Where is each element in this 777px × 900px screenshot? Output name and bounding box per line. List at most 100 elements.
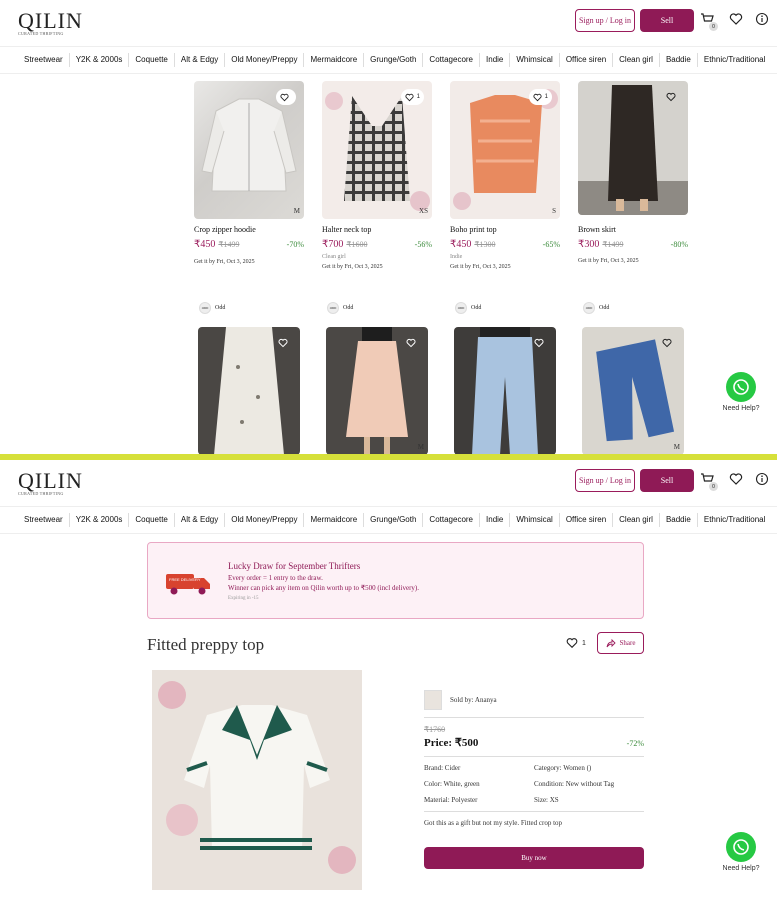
nav-item-streetwear[interactable]: Streetwear xyxy=(18,513,70,527)
cart-count-badge: 0 xyxy=(709,482,718,491)
like-button[interactable] xyxy=(658,335,676,351)
product-image[interactable]: M xyxy=(326,327,428,455)
product-image[interactable]: 1 S xyxy=(450,81,560,219)
buy-now-button[interactable]: Buy now xyxy=(424,847,644,869)
qilin-logo[interactable]: QILIN CURATED THRIFTING xyxy=(18,10,83,37)
nav-item-old-money-preppy[interactable]: Old Money/Preppy xyxy=(225,513,305,527)
wishlist-heart-icon[interactable] xyxy=(729,472,745,488)
need-help-label: Need Help? xyxy=(722,865,760,872)
style-tag[interactable]: Clean girl xyxy=(322,254,437,260)
whatsapp-icon[interactable] xyxy=(726,832,756,862)
product-image[interactable]: 1 XS xyxy=(322,81,432,219)
nav-item-alt-edgy[interactable]: Alt & Edgy xyxy=(175,513,226,527)
signup-login-button[interactable]: Sign up / Log in xyxy=(575,9,635,32)
nav-item-grunge-goth[interactable]: Grunge/Goth xyxy=(364,513,424,527)
nav-item-cottagecore[interactable]: Cottagecore xyxy=(423,513,481,527)
nav-item-coquette[interactable]: Coquette xyxy=(129,513,175,527)
product-image[interactable] xyxy=(198,327,300,455)
product-name[interactable]: Halter neck top xyxy=(322,225,437,234)
banner-line-1: Every order = 1 entry to the draw. xyxy=(228,574,323,582)
nav-item-office-siren[interactable]: Office siren xyxy=(560,53,614,67)
seller-row[interactable]: ODD Odd xyxy=(199,302,225,314)
nav-item-baddie[interactable]: Baddie xyxy=(660,53,698,67)
nav-item-cottagecore[interactable]: Cottagecore xyxy=(423,53,481,67)
like-count: 1 xyxy=(582,639,586,647)
product-mrp: ₹1300 xyxy=(474,240,496,249)
product-description: Got this as a gift but not my style. Fit… xyxy=(424,819,563,827)
seller-info[interactable]: Sold by: Ananya xyxy=(424,690,644,710)
product-card[interactable]: 1 XS Halter neck top ₹700 ₹1600 -56% Clean… xyxy=(322,81,437,270)
like-button[interactable] xyxy=(402,335,420,351)
nav-item-whimsical[interactable]: Whimsical xyxy=(510,53,560,67)
product-image[interactable] xyxy=(578,81,688,215)
nav-item-clean-girl[interactable]: Clean girl xyxy=(613,513,660,527)
nav-item-coquette[interactable]: Coquette xyxy=(129,53,175,67)
nav-item-indie[interactable]: Indie xyxy=(480,513,511,527)
nav-item-clean-girl[interactable]: Clean girl xyxy=(613,53,660,67)
attr-brand: Brand: Cider xyxy=(424,764,461,772)
whatsapp-help-button[interactable]: Need Help? xyxy=(719,832,763,872)
divider xyxy=(424,811,644,812)
product-detail-screen: QILIN CURATED THRIFTING Sign up / Log in… xyxy=(0,460,777,900)
product-card[interactable]: M xyxy=(326,327,441,455)
style-tag[interactable]: Indie xyxy=(450,254,565,260)
lucky-draw-banner[interactable]: FREE DELIVERY Lucky Draw for September T… xyxy=(147,542,644,619)
eta-date: Fri, Oct 3, 2025 xyxy=(600,258,639,264)
product-card[interactable]: M Crop zipper hoodie ₹450 ₹1499 -70% Get i… xyxy=(194,81,309,265)
product-name[interactable]: Boho print top xyxy=(450,225,565,234)
nav-item-ethnic-traditional[interactable]: Ethnic/Traditional xyxy=(698,513,772,527)
whatsapp-help-button[interactable]: Need Help? xyxy=(719,372,763,412)
signup-login-button[interactable]: Sign up / Log in xyxy=(575,469,635,492)
delivery-eta: Get it by Fri, Oct 3, 2025 xyxy=(194,259,309,265)
seller-row[interactable]: ODD Odd xyxy=(455,302,481,314)
product-main-image[interactable] xyxy=(152,670,362,890)
nav-item-indie[interactable]: Indie xyxy=(480,53,511,67)
logo-wordmark: QILIN xyxy=(18,468,83,493)
wishlist-heart-icon[interactable] xyxy=(729,12,745,28)
sell-button[interactable]: Sell xyxy=(640,469,694,492)
product-price: Price: ₹500 xyxy=(424,737,479,749)
nav-item-old-money-preppy[interactable]: Old Money/Preppy xyxy=(225,53,305,67)
like-button[interactable] xyxy=(276,89,296,105)
nav-item-y2k-2000s[interactable]: Y2K & 2000s xyxy=(70,53,130,67)
product-card[interactable]: Brown skirt ₹300 ₹1499 -80% Get it by Fri,… xyxy=(578,81,693,264)
seller-row[interactable]: ODD Odd xyxy=(583,302,609,314)
product-discount: -70% xyxy=(286,240,304,249)
nav-item-mermaidcore[interactable]: Mermaidcore xyxy=(304,53,365,67)
like-button[interactable]: 1 xyxy=(528,89,552,105)
product-card[interactable]: 1 S Boho print top ₹450 ₹1300 -65% Indie G… xyxy=(450,81,565,270)
nav-item-streetwear[interactable]: Streetwear xyxy=(18,53,70,67)
nav-item-whimsical[interactable]: Whimsical xyxy=(510,513,560,527)
product-name[interactable]: Brown skirt xyxy=(578,225,693,234)
nav-item-grunge-goth[interactable]: Grunge/Goth xyxy=(364,53,424,67)
qilin-logo[interactable]: QILIN CURATED THRIFTING xyxy=(18,468,83,497)
like-button[interactable] xyxy=(274,335,292,351)
cart-icon[interactable]: 0 xyxy=(700,472,718,491)
like-button[interactable] xyxy=(662,89,680,105)
cart-icon[interactable]: 0 xyxy=(700,12,718,31)
product-name[interactable]: Crop zipper hoodie xyxy=(194,225,309,234)
nav-item-mermaidcore[interactable]: Mermaidcore xyxy=(304,513,365,527)
nav-item-alt-edgy[interactable]: Alt & Edgy xyxy=(175,53,226,67)
seller-row[interactable]: ODD Odd xyxy=(327,302,353,314)
nav-item-baddie[interactable]: Baddie xyxy=(660,513,698,527)
product-card[interactable]: M xyxy=(582,327,697,455)
whatsapp-icon[interactable] xyxy=(726,372,756,402)
product-image[interactable]: M xyxy=(194,81,304,219)
like-button[interactable] xyxy=(530,335,548,351)
attr-category: Category: Women () xyxy=(534,764,592,772)
product-card[interactable] xyxy=(198,327,313,455)
product-card[interactable] xyxy=(454,327,569,455)
product-image[interactable] xyxy=(454,327,556,455)
like-button[interactable]: 1 xyxy=(400,89,424,105)
product-image[interactable]: M xyxy=(582,327,684,455)
like-button[interactable]: 1 xyxy=(566,637,586,649)
nav-item-office-siren[interactable]: Office siren xyxy=(560,513,614,527)
need-help-label: Need Help? xyxy=(722,405,760,412)
share-button[interactable]: Share xyxy=(597,632,644,654)
info-icon[interactable] xyxy=(755,472,771,488)
nav-item-ethnic-traditional[interactable]: Ethnic/Traditional xyxy=(698,53,772,67)
info-icon[interactable] xyxy=(755,12,771,28)
sell-button[interactable]: Sell xyxy=(640,9,694,32)
nav-item-y2k-2000s[interactable]: Y2K & 2000s xyxy=(70,513,130,527)
